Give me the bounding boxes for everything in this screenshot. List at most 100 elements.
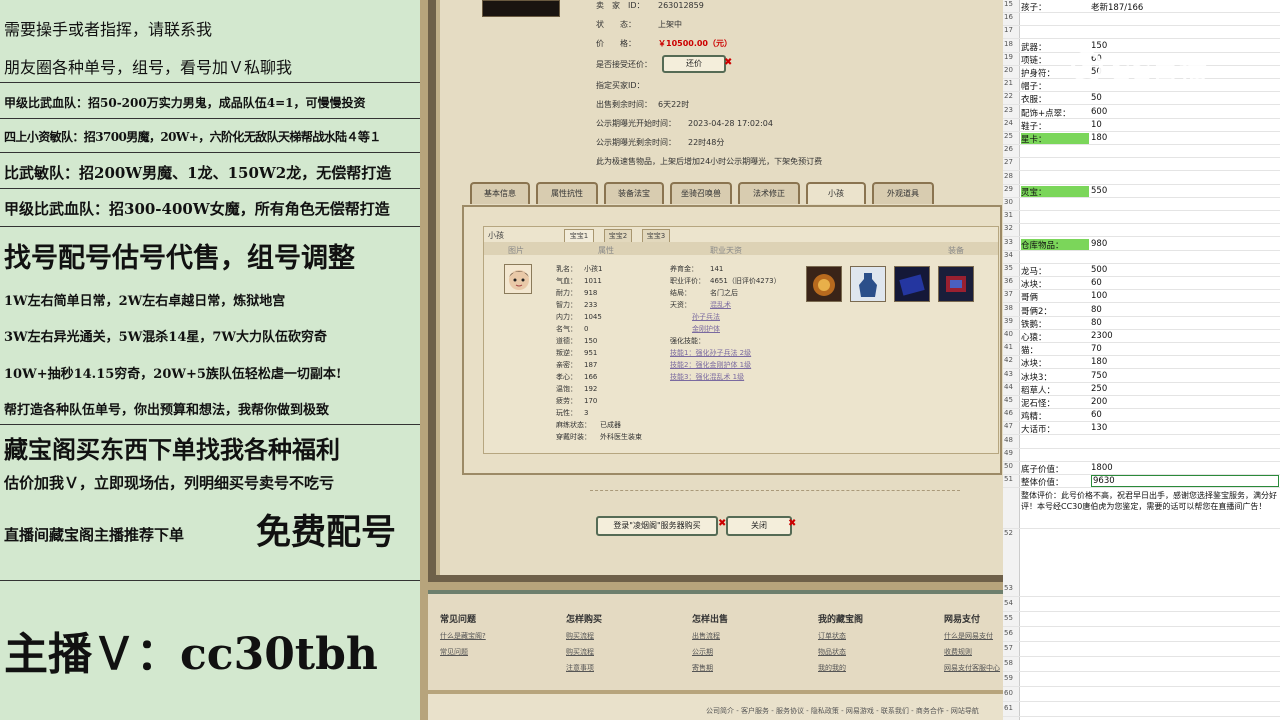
footer-link[interactable]: 出售流程 [692,631,728,641]
subtab-baby1[interactable]: 宝宝1 [564,229,594,243]
tab-basic-info[interactable]: 基本信息 [470,182,530,204]
talent-value[interactable]: 技能2：强化金刚护体 1级 [670,361,751,369]
footer-link[interactable]: 什么是网易支付 [944,631,1000,641]
close-x-icon: ✖ [788,518,797,529]
cell-label[interactable]: 鞋子： [1021,120,1089,132]
cell-label[interactable]: 整体价值： [1021,476,1089,488]
footer-link[interactable]: 公示期 [692,647,728,657]
talent-value[interactable]: 混乱术 [710,301,731,309]
cell-value[interactable]: 180 [1091,133,1107,143]
row-number: 36 [1004,277,1013,286]
attr-label: 疲劳： [556,397,577,405]
tab-equipment[interactable]: 装备法宝 [604,182,664,204]
row-number: 24 [1004,118,1013,127]
tab-child[interactable]: 小孩 [806,182,866,204]
equip-slot[interactable] [938,266,974,302]
row-number: 37 [1004,290,1013,299]
tab-mounts[interactable]: 坐骑召唤兽 [670,182,732,204]
footer-link[interactable]: 购买流程 [566,631,602,641]
item-image [482,0,560,17]
cell-label[interactable]: 大话币： [1021,423,1089,435]
cell-value[interactable]: 60 [1091,278,1102,288]
cell-label[interactable]: 孩子： [1021,1,1089,13]
talent-value[interactable]: 金刚护体 [692,325,720,333]
footer-link[interactable]: 网易支付客服中心 [944,663,1000,673]
equip-slot[interactable] [850,266,886,302]
cell-value[interactable]: 180 [1091,357,1107,367]
tab-attributes[interactable]: 属性抗性 [536,182,598,204]
cell-label[interactable]: 哥俩 [1021,291,1089,303]
cell-value[interactable]: 80 [1091,318,1102,328]
footer-link[interactable]: 收费规则 [944,647,1000,657]
cell-value[interactable]: 250 [1091,384,1107,394]
cell-label[interactable]: 稻草人： [1021,384,1089,396]
talent-value[interactable]: 技能1：强化孙子兵法 2级 [670,349,751,357]
footer-link[interactable]: 购买流程 [566,647,602,657]
price-value: ￥10500.00（元） [658,39,733,48]
footer-links[interactable]: 公司简介 - 客户服务 - 服务协议 - 隐私政策 - 网易游戏 - 联系我们 … [706,706,979,716]
cell-value[interactable]: 9630 [1091,475,1279,488]
row-number: 28 [1004,171,1013,180]
buy-on-server-button[interactable]: 登录"凌烟阁"服务器购买 [596,516,718,536]
cell-value[interactable]: 50 [1091,93,1102,103]
subtab-baby3[interactable]: 宝宝3 [642,229,670,243]
footer-link[interactable]: 什么是藏宝阁? [440,631,486,641]
cell-value[interactable]: 老新187/166 [1091,1,1143,13]
cell-value[interactable]: 750 [1091,371,1107,381]
bargain-button[interactable]: 还价 [662,55,726,73]
cell-value[interactable]: 980 [1091,239,1107,249]
tab-spells[interactable]: 法术修正 [738,182,800,204]
row-number: 38 [1004,303,1013,312]
cell-label[interactable]: 冰块： [1021,278,1089,290]
divider [0,188,420,189]
cell-label[interactable]: 灵宝： [1021,185,1089,198]
footer-link[interactable]: 寄售期 [692,663,728,673]
footer-link[interactable]: 常见问题 [440,647,486,657]
cell-label[interactable]: 衣服： [1021,93,1089,105]
cell-value[interactable]: 600 [1091,107,1107,117]
cell-value[interactable]: 60 [1091,410,1102,420]
cell-label[interactable]: 配饰+点翠： [1021,107,1089,119]
cell-label[interactable]: 哥俩2： [1021,305,1089,317]
talent-row: 天资： 混乱术 [670,300,731,310]
cell-label[interactable]: 龙马： [1021,265,1089,277]
cell-label[interactable]: 冰块3： [1021,371,1089,383]
cell-value[interactable]: 100 [1091,291,1107,301]
attr-value: 外科医生装束 [600,433,642,441]
footer-link[interactable]: 订单状态 [818,631,863,641]
cell-label[interactable]: 冰块： [1021,357,1089,369]
row-number: 19 [1004,52,1013,61]
cell-value[interactable]: 10 [1091,120,1102,130]
cell-value[interactable]: 200 [1091,397,1107,407]
footer-link[interactable]: 注意事项 [566,663,602,673]
attr-row: 温饱： 192 [556,384,597,394]
footer-link[interactable]: 物品状态 [818,647,863,657]
cell-label[interactable]: 泥石怪： [1021,397,1089,409]
attr-value: 小孩1 [584,265,603,273]
cell-label[interactable]: 仓库物品： [1021,238,1089,251]
cell-value[interactable]: 2300 [1091,331,1113,341]
cell-value[interactable]: 500 [1091,265,1107,275]
close-button[interactable]: 关闭 [726,516,792,536]
cell-label[interactable]: 猫： [1021,344,1089,356]
cell-label[interactable]: 心猿： [1021,331,1089,343]
cell-label[interactable]: 鸡精： [1021,410,1089,422]
footer-link[interactable]: 我的我的 [818,663,863,673]
equip-slot[interactable] [894,266,930,302]
cell-label[interactable]: 底子价值： [1021,463,1089,475]
talent-value[interactable]: 孙子兵法 [692,313,720,321]
stream-overlay-left: 需要操手或者指挥，请联系我 朋友圈各种单号，组号，看号加Ｖ私聊我 甲级比武血队：… [0,0,420,720]
comment-cell[interactable]: 整体评价：此号价格不高，祝君早日出手，感谢您选择鉴宝服务，满分好评！本号经CC3… [1021,490,1279,512]
table-row: 39 铁鹅： 80 [1003,317,1280,330]
talent-value[interactable]: 技能3：强化混乱术 1级 [670,373,744,381]
subtab-baby2[interactable]: 宝宝2 [604,229,632,243]
cell-label[interactable]: 铁鹅： [1021,318,1089,330]
cell-value[interactable]: 130 [1091,423,1107,433]
cell-value[interactable]: 1800 [1091,463,1113,473]
cell-value[interactable]: 70 [1091,344,1102,354]
cell-value[interactable]: 80 [1091,305,1102,315]
tab-appearance[interactable]: 外观道具 [872,182,934,204]
cell-label[interactable]: 星卡： [1021,133,1089,145]
equip-slot[interactable] [806,266,842,302]
cell-value[interactable]: 550 [1091,186,1107,196]
